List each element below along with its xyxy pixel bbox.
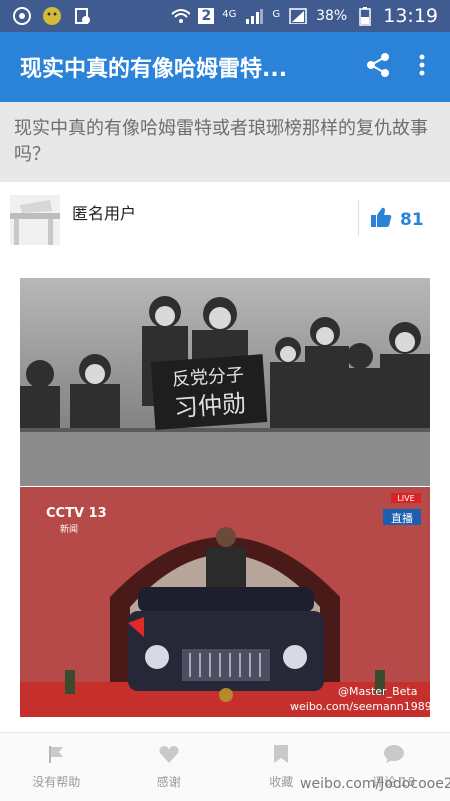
- network-g-label: G: [272, 9, 280, 20]
- signal-icon-2: [288, 6, 308, 26]
- battery-icon: [355, 6, 375, 26]
- like-button[interactable]: 81: [370, 206, 424, 233]
- thumbs-up-icon: [370, 206, 392, 233]
- not-helpful-button[interactable]: 没有帮助: [0, 733, 113, 801]
- bookmark-label: 收藏: [269, 773, 293, 790]
- author-name[interactable]: 匿名用户: [72, 200, 136, 224]
- flag-icon: [46, 744, 66, 767]
- question-header[interactable]: 现实中真的有像哈姆雷特或者琅琊榜那样的复仇故事吗？: [0, 102, 450, 182]
- not-helpful-label: 没有帮助: [32, 773, 80, 790]
- channel-sub: 新闻: [60, 523, 78, 535]
- weibo-credit-url: weibo.com/seemann1989: [290, 700, 430, 713]
- thanks-label: 感谢: [157, 773, 181, 790]
- watermark: weibo.com/Jodocooe25: [300, 776, 450, 792]
- app-bar-title: 现实中真的有像哈姆雷特...: [0, 51, 356, 83]
- share-icon: [365, 52, 391, 82]
- status-bar: 2 4G G 38% 13:19: [0, 0, 450, 32]
- live-corner: LIVE: [397, 494, 414, 503]
- like-count: 81: [400, 210, 424, 230]
- bookmark-icon: [273, 744, 289, 767]
- share-button[interactable]: [356, 45, 400, 89]
- more-options-button[interactable]: [400, 45, 444, 89]
- sign-text-line2: 习仲勋: [173, 389, 247, 422]
- battery-percent: 38%: [316, 8, 347, 24]
- divider: [358, 200, 359, 236]
- channel-logo: CCTV 13: [46, 506, 107, 521]
- sim-badge: 2: [198, 8, 214, 24]
- thanks-button[interactable]: 感谢: [113, 733, 226, 801]
- settings-notification-icon: [72, 6, 92, 26]
- comment-icon: [383, 744, 405, 767]
- question-title: 现实中真的有像哈姆雷特或者琅琊榜那样的复仇故事吗？: [14, 118, 428, 165]
- avatar[interactable]: [10, 195, 60, 245]
- wifi-icon: [170, 6, 190, 26]
- app-bar: 现实中真的有像哈姆雷特...: [0, 32, 450, 102]
- signal-icon: [244, 6, 264, 26]
- tv-broadcast-photo[interactable]: CCTV 13 新闻 LIVE 直播 @Master_Beta weibo.co…: [20, 487, 430, 717]
- clock: 13:19: [383, 5, 438, 27]
- app-notification-icon: [12, 6, 32, 26]
- network-4g-label: 4G: [222, 9, 236, 20]
- historical-photo[interactable]: 反党分子 习仲勋: [20, 278, 430, 486]
- weibo-credit-user: @Master_Beta: [338, 685, 417, 698]
- heart-icon: [158, 744, 180, 767]
- live-badge: 直播: [391, 511, 413, 525]
- emoji-notification-icon: [42, 6, 62, 26]
- more-vert-icon: [419, 53, 425, 81]
